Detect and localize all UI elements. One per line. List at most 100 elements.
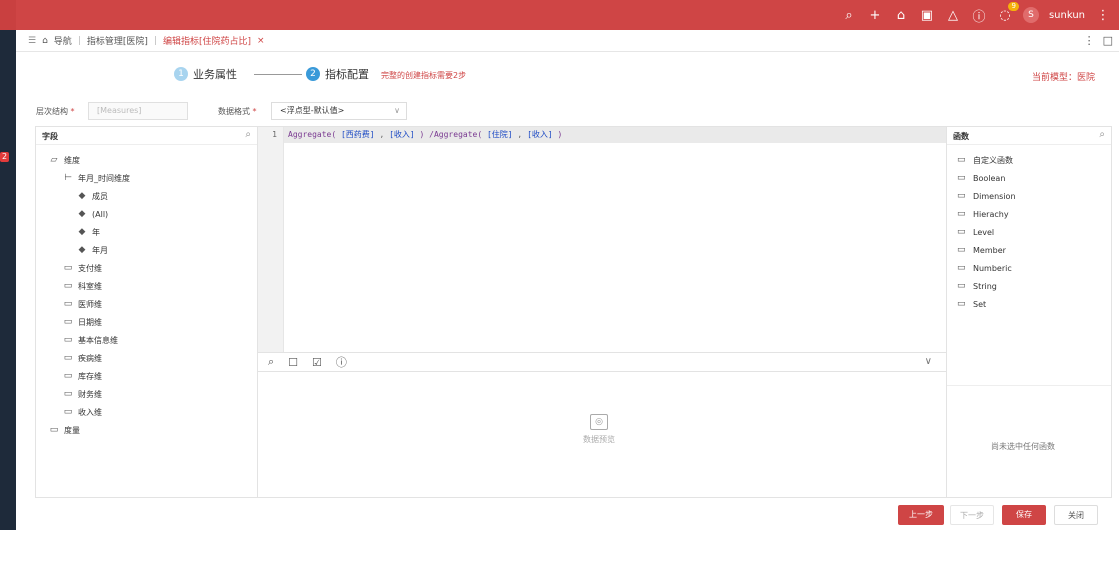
- validate-icon[interactable]: ☑: [312, 356, 322, 369]
- step-connector: [254, 74, 302, 75]
- help-icon[interactable]: ⓘ: [336, 354, 347, 370]
- function-category-label: Hierachy: [973, 209, 1009, 219]
- tree-item[interactable]: ◆ 年月: [36, 241, 257, 259]
- tree-item[interactable]: ⊢ 年月_时间维度: [36, 169, 257, 187]
- step-business-attributes[interactable]: 1 业务属性: [174, 66, 237, 82]
- tree-item[interactable]: ▭ 财务维: [36, 385, 257, 403]
- function-category[interactable]: ▭ Boolean: [947, 169, 1111, 187]
- tab-close-icon[interactable]: ×: [257, 36, 265, 46]
- step-metric-config[interactable]: 2 指标配置: [306, 66, 369, 82]
- editor-gutter: 1: [258, 127, 284, 353]
- function-category[interactable]: ▭ Dimension: [947, 187, 1111, 205]
- chevron-down-icon[interactable]: ∨: [925, 356, 932, 367]
- function-empty-text: 尚未选中任何函数: [991, 442, 1055, 451]
- format-label: 数据格式 *: [218, 107, 257, 116]
- tree-item[interactable]: ▱ 维度: [36, 151, 257, 169]
- preview-icon[interactable]: ⌕: [268, 355, 274, 369]
- tree-item-label: 医师维: [78, 299, 102, 309]
- tab-bar: ☰ ⌂ 导航 | 指标管理[医院] | 编辑指标[住院药占比] × ⋮ □: [16, 30, 1119, 52]
- function-category[interactable]: ▭ Numberic: [947, 259, 1111, 277]
- tree-item-label: 库存维: [78, 371, 102, 381]
- code-editor[interactable]: 1 Aggregate( [西药费] , [收入] ) /Aggregate( …: [258, 126, 946, 353]
- tree-item[interactable]: ▭ 日期维: [36, 313, 257, 331]
- step-label: 指标配置: [325, 68, 369, 81]
- folder-icon: ▭: [957, 209, 966, 219]
- tree-item-label: 成员: [92, 191, 108, 201]
- sidebar-nav: [0, 30, 16, 530]
- maximize-icon[interactable]: □: [1103, 34, 1113, 47]
- lock-icon[interactable]: ▣: [919, 8, 935, 23]
- folder-icon: ▭: [957, 299, 966, 309]
- home-nav-icon[interactable]: ⌂: [42, 36, 48, 46]
- search-icon[interactable]: ⌕: [245, 129, 251, 140]
- tree-item[interactable]: ▭ 收入维: [36, 403, 257, 421]
- nav-home-tab[interactable]: 导航: [54, 34, 72, 47]
- code-text: ,: [512, 130, 528, 139]
- more-icon[interactable]: ⋮: [1095, 8, 1111, 23]
- divider: [947, 385, 1111, 386]
- function-category[interactable]: ▭ Member: [947, 241, 1111, 259]
- folder-open-icon: ▱: [50, 155, 58, 165]
- bell-icon[interactable]: △: [945, 8, 961, 23]
- plus-icon[interactable]: +: [867, 8, 883, 23]
- folder-icon: ▭: [63, 263, 73, 273]
- save-button[interactable]: 保存: [1002, 505, 1046, 525]
- tree-item[interactable]: ▭ 医师维: [36, 295, 257, 313]
- tree-item[interactable]: ▭ 疾病维: [36, 349, 257, 367]
- sidebar-top: [0, 0, 16, 30]
- function-category[interactable]: ▭ Set: [947, 295, 1111, 313]
- message-icon[interactable]: ◌ 9: [997, 1, 1019, 23]
- step-hint: 完整的创建指标需要2步: [381, 71, 467, 80]
- code-text: Aggregate(: [288, 130, 341, 139]
- hierarchy-input[interactable]: [Measures]: [88, 102, 188, 120]
- format-icon[interactable]: ☐: [288, 356, 298, 369]
- tree-item-label: 收入维: [78, 407, 102, 417]
- function-category[interactable]: ▭ Level: [947, 223, 1111, 241]
- search-icon[interactable]: ⌕: [1099, 129, 1105, 140]
- preview-label: 数据预览: [583, 435, 615, 444]
- next-button[interactable]: 下一步: [950, 505, 994, 525]
- tree-item-label: 度量: [64, 425, 80, 435]
- folder-icon: ▭: [63, 299, 73, 309]
- code-text: ) /Aggregate(: [414, 130, 487, 139]
- function-category[interactable]: ▭ Hierachy: [947, 205, 1111, 223]
- code-member: [收入]: [389, 130, 415, 139]
- tree-item[interactable]: ▭ 科室维: [36, 277, 257, 295]
- username[interactable]: sunkun: [1049, 10, 1085, 21]
- function-category-label: Member: [973, 245, 1006, 255]
- prev-button[interactable]: 上一步: [898, 505, 944, 525]
- tree-item[interactable]: ▭ 度量: [36, 421, 257, 439]
- close-button[interactable]: 关闭: [1054, 505, 1098, 525]
- tree-item-label: 日期维: [78, 317, 102, 327]
- home-icon[interactable]: ⌂: [893, 8, 909, 23]
- tree-item[interactable]: ◆ 成员: [36, 187, 257, 205]
- sidebar-badge: 2: [0, 152, 9, 162]
- search-icon[interactable]: ⌕: [841, 8, 857, 23]
- function-category-label: Level: [973, 227, 995, 237]
- more-icon[interactable]: ⋮: [1084, 34, 1095, 47]
- tree-item-label: 年月: [92, 245, 108, 255]
- code-line[interactable]: Aggregate( [西药费] , [收入] ) /Aggregate( [住…: [284, 127, 946, 143]
- folder-icon: ▭: [957, 155, 966, 165]
- function-category[interactable]: ▭ 自定义函数: [947, 151, 1111, 169]
- function-category-label: Boolean: [973, 173, 1006, 183]
- current-model: 当前模型：医院: [1031, 73, 1095, 83]
- help-icon[interactable]: ⓘ: [971, 6, 987, 25]
- message-badge: 9: [1008, 1, 1019, 11]
- avatar[interactable]: S: [1022, 7, 1039, 23]
- tab-active[interactable]: 编辑指标[住院药占比]: [163, 34, 251, 47]
- tree-item[interactable]: ▭ 基本信息维: [36, 331, 257, 349]
- tree-item[interactable]: ◆ (All): [36, 205, 257, 223]
- folder-icon: ▭: [63, 353, 73, 363]
- breadcrumb[interactable]: 指标管理[医院]: [87, 34, 148, 47]
- function-category-label: Dimension: [973, 191, 1016, 201]
- folder-icon: ▭: [63, 407, 73, 417]
- format-select[interactable]: <浮点型-默认值> ∨: [271, 102, 407, 120]
- menu-icon[interactable]: ☰: [28, 36, 36, 46]
- tree-item-label: (All): [92, 209, 109, 219]
- tree-item[interactable]: ▭ 库存维: [36, 367, 257, 385]
- function-category[interactable]: ▭ String: [947, 277, 1111, 295]
- tree-item[interactable]: ◆ 年: [36, 223, 257, 241]
- layers-icon: ◆: [78, 209, 86, 219]
- tree-item[interactable]: ▭ 支付维: [36, 259, 257, 277]
